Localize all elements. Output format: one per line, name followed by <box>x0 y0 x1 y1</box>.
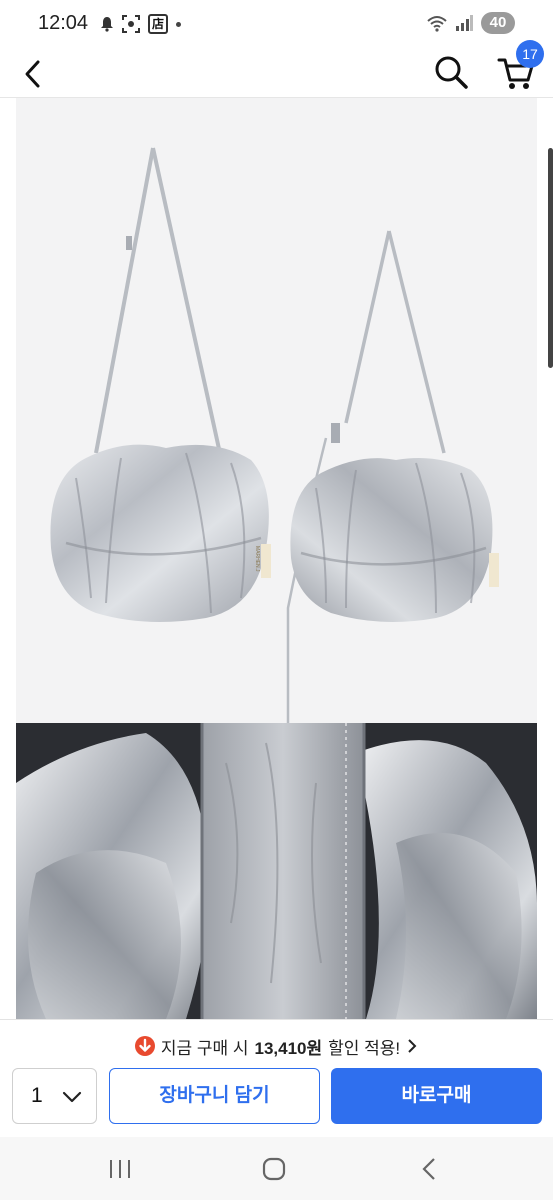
cart-count-badge: 17 <box>516 40 544 68</box>
quantity-value: 1 <box>31 1084 43 1107</box>
add-to-cart-button[interactable]: 장바구니 담기 <box>109 1068 320 1124</box>
brand-label-tag: MARHEN.J <box>254 546 260 572</box>
status-bar: 12:04 店 40 <box>0 0 553 50</box>
system-back-icon[interactable] <box>419 1157 439 1181</box>
search-icon[interactable] <box>432 53 470 91</box>
back-arrow-icon[interactable] <box>18 56 50 92</box>
product-main-image[interactable]: MARHEN.J <box>16 98 537 723</box>
quantity-select[interactable]: 1 <box>12 1068 97 1124</box>
purchase-panel: 지금 구매 시 13,410원 할인 적용! 1 장바구니 담기 바로구매 <box>0 1019 553 1137</box>
discount-prefix: 지금 구매 시 <box>160 1038 249 1058</box>
chevron-down-icon <box>62 1091 82 1103</box>
battery-indicator: 40 <box>481 12 515 34</box>
screenshot-icon <box>122 15 140 33</box>
down-arrow-icon <box>134 1036 155 1056</box>
home-icon[interactable] <box>262 1157 286 1181</box>
buy-now-button[interactable]: 바로구매 <box>331 1068 542 1124</box>
wifi-icon <box>427 16 447 32</box>
app-header: 17 <box>0 40 553 98</box>
signal-icon <box>456 15 473 31</box>
status-time: 12:04 <box>38 12 89 34</box>
store-app-icon: 店 <box>148 14 168 34</box>
chevron-right-icon <box>408 1039 417 1053</box>
system-nav-bar <box>0 1137 553 1200</box>
status-icons-left: 店 <box>100 14 181 34</box>
bag-photo-illustration <box>16 98 537 723</box>
product-detail-image[interactable] <box>16 723 537 1019</box>
fabric-closeup-illustration <box>16 723 537 1019</box>
discount-banner[interactable]: 지금 구매 시 13,410원 할인 적용! <box>0 1034 553 1058</box>
status-icons-right: 40 <box>427 12 515 34</box>
discount-amount: 13,410원 <box>254 1038 323 1058</box>
notification-bell-icon <box>101 17 113 32</box>
discount-suffix: 할인 적용! <box>328 1038 401 1058</box>
more-notifications-dot-icon <box>176 21 181 27</box>
scroll-indicator[interactable] <box>548 148 553 368</box>
recent-apps-icon[interactable] <box>108 1159 132 1179</box>
